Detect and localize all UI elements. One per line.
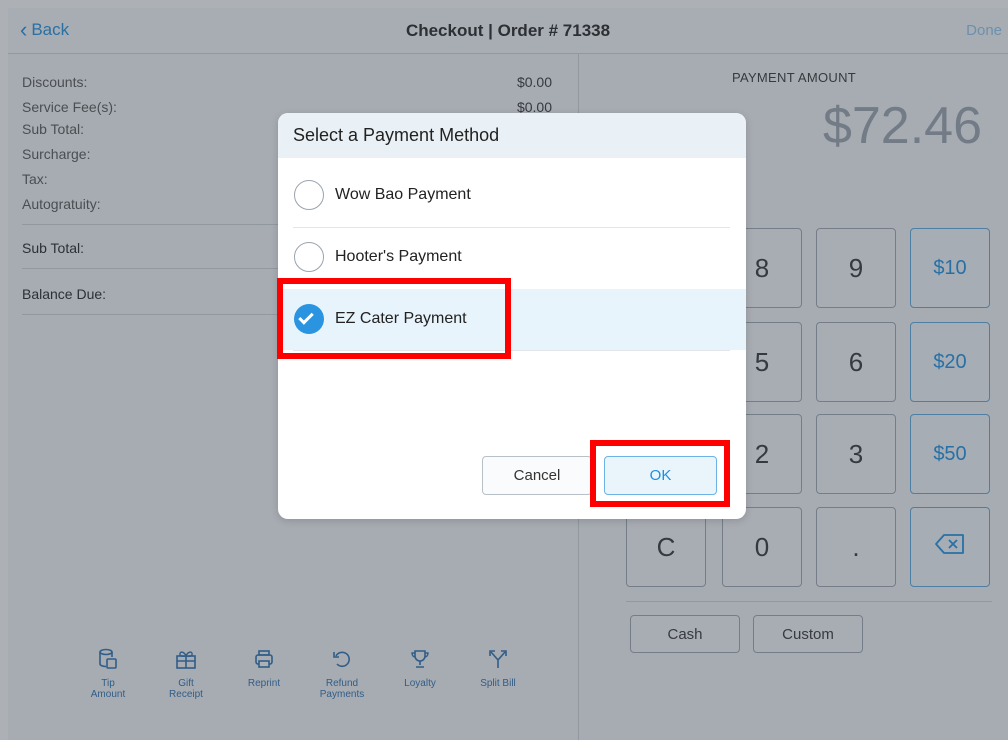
option-label: Hooter's Payment [335,248,462,265]
highlight-ez-cater-option [277,278,511,359]
radio-unchecked-icon [294,180,324,210]
option-wow-bao-payment[interactable]: Wow Bao Payment [278,165,746,226]
highlight-ok-button [590,440,730,507]
radio-unchecked-icon [294,242,324,272]
dialog-title: Select a Payment Method [293,125,500,145]
option-label: Wow Bao Payment [335,186,471,203]
dialog-header: Select a Payment Method [278,113,746,158]
cancel-button[interactable]: Cancel [482,456,592,495]
